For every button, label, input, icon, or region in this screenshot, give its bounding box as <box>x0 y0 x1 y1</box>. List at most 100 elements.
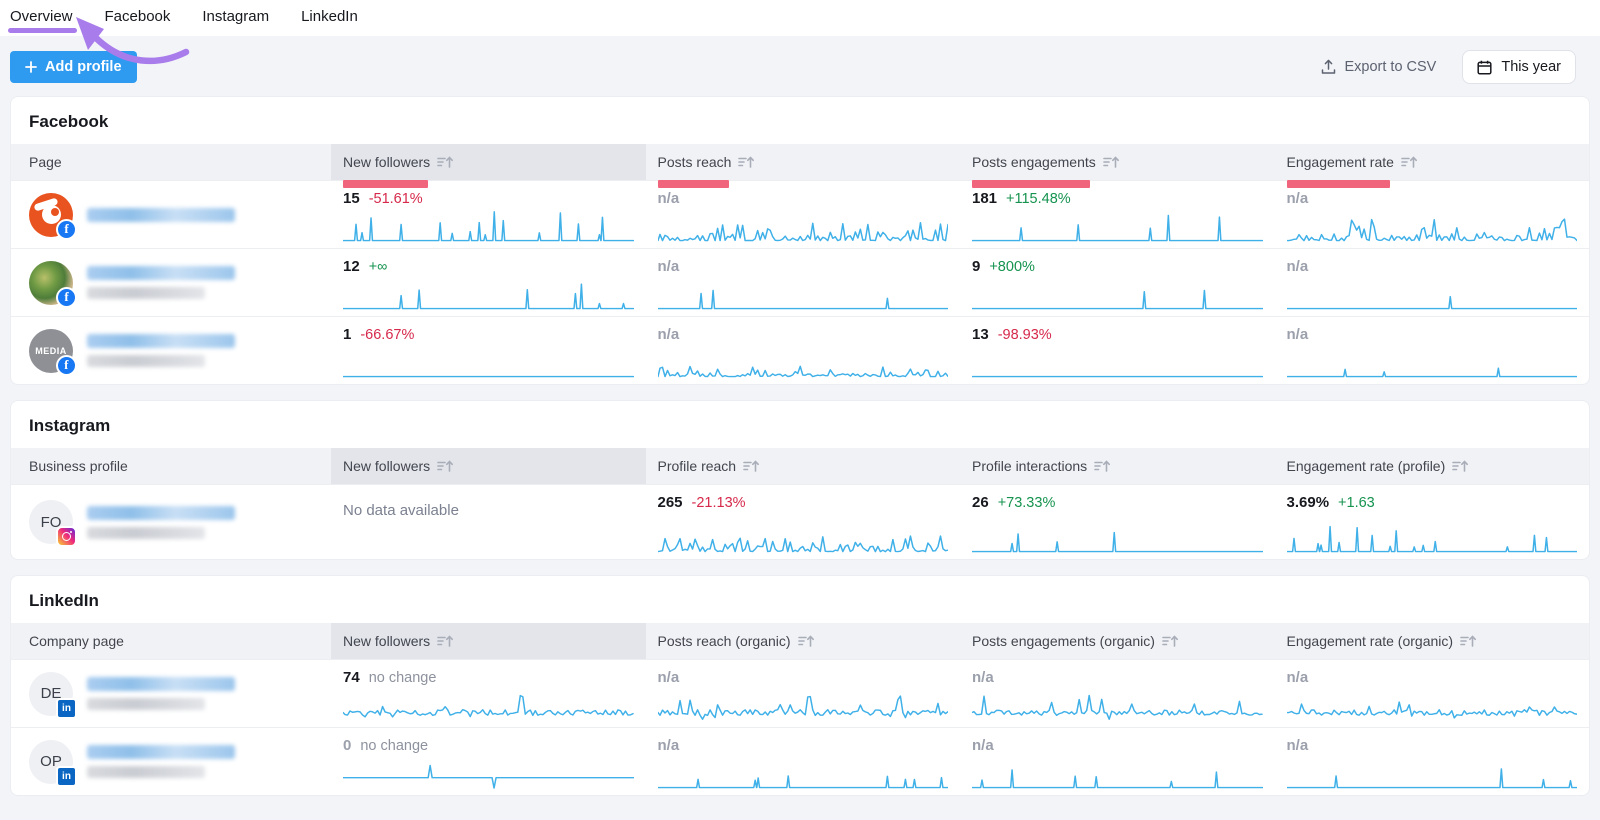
profile-cell[interactable]: FO <box>11 485 331 559</box>
section-title-instagram: Instagram <box>11 401 1589 448</box>
sort-desc-icon <box>1452 459 1469 473</box>
column-header-new-followers[interactable]: New followers <box>331 448 646 484</box>
sparkline-chart <box>658 521 949 553</box>
metric-cell: n/a <box>1275 660 1590 727</box>
column-header-new-followers[interactable]: New followers <box>331 144 646 180</box>
profile-name-redacted <box>87 506 235 539</box>
sort-desc-icon <box>743 459 760 473</box>
metric-change: +800% <box>989 259 1035 275</box>
sparkline-chart <box>972 521 1263 553</box>
instagram-badge-icon <box>56 526 77 547</box>
table-header: Business profileNew followersProfile rea… <box>11 448 1589 484</box>
metric-value: 9 <box>972 258 980 275</box>
toolbar: Add profile Export to CSV This year <box>0 36 1600 96</box>
add-profile-button[interactable]: Add profile <box>10 51 137 83</box>
metric-value: n/a <box>1287 258 1309 275</box>
column-header-engagement-rate[interactable]: Engagement rate <box>1275 144 1590 180</box>
metric-value: 3.69% <box>1287 494 1330 511</box>
column-header-entity: Company page <box>11 623 331 659</box>
sparkline-chart <box>1287 521 1578 553</box>
column-header-posts-engagements[interactable]: Posts engagements <box>960 144 1275 180</box>
sparkline-chart <box>972 757 1263 789</box>
header-highlight-bar <box>972 180 1090 188</box>
metric-cell: n/a <box>960 660 1275 727</box>
tab-instagram[interactable]: Instagram <box>202 8 269 25</box>
sparkline-chart <box>658 757 949 789</box>
metric-value: n/a <box>1287 737 1309 754</box>
sort-desc-icon <box>437 634 454 648</box>
calendar-icon <box>1477 60 1492 75</box>
sparkline-chart <box>658 346 949 378</box>
metric-cell: 12+∞ <box>331 249 646 316</box>
sparkline-chart <box>972 278 1263 310</box>
sparkline-chart <box>1287 210 1578 242</box>
column-header-engagement-rate-profile-[interactable]: Engagement rate (profile) <box>1275 448 1590 484</box>
metric-cell: 3.69%+1.63 <box>1275 485 1590 559</box>
metric-cell: n/a <box>960 728 1275 795</box>
metric-value: 0 <box>343 737 351 754</box>
sort-desc-icon <box>798 634 815 648</box>
metric-change: -66.67% <box>360 327 414 343</box>
table-row: MEDIAf1-66.67%n/a13-98.93%n/a <box>11 316 1589 384</box>
column-header-posts-reach-organic-[interactable]: Posts reach (organic) <box>646 623 961 659</box>
metric-cell: No data available <box>331 485 646 559</box>
profile-name-redacted <box>87 334 235 367</box>
metric-cell: 9 +800% <box>960 249 1275 316</box>
tab-linkedin[interactable]: LinkedIn <box>301 8 358 25</box>
metric-cell: 1 -66.67% <box>331 317 646 384</box>
sort-desc-icon <box>1162 634 1179 648</box>
profile-cell[interactable]: MEDIAf <box>11 317 331 384</box>
metric-change: no change <box>369 670 437 686</box>
column-header-profile-reach[interactable]: Profile reach <box>646 448 961 484</box>
table-row: FONo data available265-21.13%26+73.33%3.… <box>11 484 1589 559</box>
metric-value: n/a <box>972 737 994 754</box>
date-range-label: This year <box>1501 59 1561 75</box>
profile-cell[interactable]: DEin <box>11 660 331 727</box>
tab-overview[interactable]: Overview <box>10 8 73 25</box>
metric-cell: n/a <box>1275 317 1590 384</box>
profile-cell[interactable]: f <box>11 249 331 316</box>
sparkline-chart <box>343 689 634 721</box>
metric-cell: n/a <box>646 181 961 248</box>
sort-desc-icon <box>1460 634 1477 648</box>
metric-value: 1 <box>343 326 351 343</box>
metric-cell: n/a <box>646 660 961 727</box>
metric-value: n/a <box>1287 190 1309 207</box>
date-range-button[interactable]: This year <box>1462 50 1576 84</box>
profile-cell[interactable]: OPin <box>11 728 331 795</box>
column-header-engagement-rate-organic-[interactable]: Engagement rate (organic) <box>1275 623 1590 659</box>
metric-value: No data available <box>343 494 459 519</box>
sparkline-chart <box>1287 346 1578 378</box>
sections: FacebookPageNew followersPosts reachPost… <box>0 96 1600 796</box>
header-highlight-bar <box>1287 180 1390 188</box>
profile-avatar: f <box>29 193 73 237</box>
facebook-badge-icon: f <box>56 287 77 308</box>
column-header-new-followers[interactable]: New followers <box>331 623 646 659</box>
column-header-profile-interactions[interactable]: Profile interactions <box>960 448 1275 484</box>
header-highlight-bar <box>658 180 729 188</box>
metric-value: 26 <box>972 494 989 511</box>
metric-value: n/a <box>658 737 680 754</box>
top-tabs: Overview Facebook Instagram LinkedIn <box>10 8 358 25</box>
export-csv-label: Export to CSV <box>1344 59 1436 75</box>
column-header-posts-engagements-organic-[interactable]: Posts engagements (organic) <box>960 623 1275 659</box>
profile-cell[interactable]: f <box>11 181 331 248</box>
metric-change: -51.61% <box>369 191 423 207</box>
export-csv-button[interactable]: Export to CSV <box>1321 59 1436 75</box>
tab-facebook[interactable]: Facebook <box>105 8 171 25</box>
sparkline-chart <box>972 346 1263 378</box>
metric-change: -98.93% <box>998 327 1052 343</box>
column-header-posts-reach[interactable]: Posts reach <box>646 144 961 180</box>
profile-name-redacted <box>87 266 235 299</box>
metric-value: n/a <box>658 326 680 343</box>
facebook-badge-icon: f <box>56 219 77 240</box>
metric-value: 265 <box>658 494 683 511</box>
metric-cell: 13-98.93% <box>960 317 1275 384</box>
linkedin-badge-icon: in <box>56 766 77 787</box>
metric-value: n/a <box>658 190 680 207</box>
metric-cell: 265-21.13% <box>646 485 961 559</box>
section-instagram: InstagramBusiness profileNew followersPr… <box>10 400 1590 560</box>
metric-value: 12 <box>343 258 360 275</box>
metric-change: +115.48% <box>1006 191 1071 207</box>
metric-value: 15 <box>343 190 360 207</box>
